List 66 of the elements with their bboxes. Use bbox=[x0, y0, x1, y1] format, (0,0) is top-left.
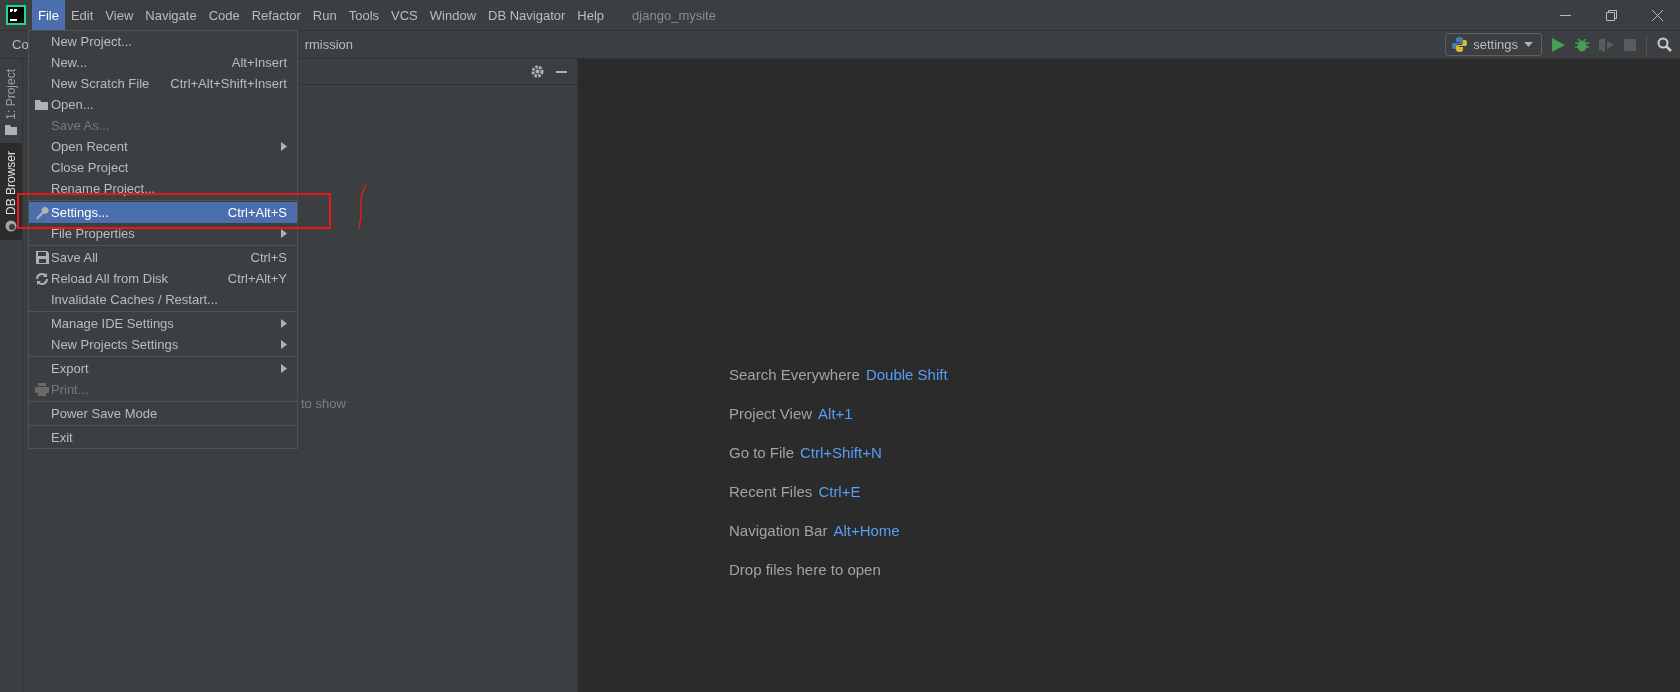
submenu-arrow-icon bbox=[281, 319, 287, 328]
submenu-arrow-icon bbox=[281, 340, 287, 349]
menu-item[interactable]: Window bbox=[423, 0, 483, 30]
menu-item[interactable]: DB Navigator bbox=[482, 0, 572, 30]
menu-entry[interactable]: Close Project bbox=[29, 157, 297, 178]
menu-item[interactable]: View bbox=[99, 0, 140, 30]
wrench-icon bbox=[35, 205, 49, 220]
save-icon bbox=[35, 251, 49, 264]
menu-entry[interactable]: New Scratch File Ctrl+Alt+Shift+Insert bbox=[29, 73, 297, 94]
submenu-arrow-icon bbox=[281, 229, 287, 238]
reload-icon bbox=[35, 271, 49, 286]
submenu-arrow-icon bbox=[281, 364, 287, 373]
menu-item[interactable]: Edit bbox=[64, 0, 100, 30]
database-icon bbox=[5, 219, 17, 232]
menu-item[interactable]: Run bbox=[306, 0, 343, 30]
menu-item[interactable]: Navigate bbox=[139, 0, 203, 30]
menu-entry[interactable]: Manage IDE Settings bbox=[29, 313, 297, 334]
run-icon[interactable] bbox=[1552, 37, 1565, 52]
menu-entry[interactable]: New Project... bbox=[29, 31, 297, 52]
printer-icon bbox=[35, 383, 49, 396]
editor-tab[interactable]: rmission bbox=[304, 37, 354, 52]
close-icon[interactable] bbox=[1651, 9, 1663, 21]
run-config-dropdown[interactable]: settings bbox=[1445, 33, 1542, 56]
settings-icon[interactable] bbox=[531, 65, 544, 78]
editor-hint: Search Everywhere Double Shift bbox=[729, 365, 949, 385]
menu-item[interactable]: VCS bbox=[385, 0, 424, 30]
tool-window-tab[interactable]: 1: Project bbox=[0, 61, 22, 143]
editor-hint: Navigation Bar Alt+Home bbox=[729, 521, 901, 541]
editor-hint: Drop files here to open bbox=[729, 560, 882, 580]
menu-item[interactable]: File bbox=[32, 0, 65, 30]
restore-icon[interactable] bbox=[1605, 9, 1617, 21]
breadcrumb[interactable]: Co bbox=[12, 37, 29, 52]
menu-entry[interactable]: Open... bbox=[29, 94, 297, 115]
caret-icon bbox=[1524, 42, 1533, 47]
menu-entry[interactable]: Export bbox=[29, 358, 297, 379]
menu-item[interactable]: Help bbox=[571, 0, 611, 30]
bug-icon[interactable] bbox=[1575, 37, 1589, 52]
empty-panel-text: to show bbox=[301, 396, 346, 411]
menu-item[interactable]: Tools bbox=[342, 0, 386, 30]
menu-entry[interactable]: New... Alt+Insert bbox=[29, 52, 297, 73]
menu-item[interactable]: Refactor bbox=[245, 0, 307, 30]
menu-entry[interactable]: Invalidate Caches / Restart... bbox=[29, 289, 297, 310]
menu-item[interactable]: Code bbox=[202, 0, 246, 30]
editor-hint: Go to File Ctrl+Shift+N bbox=[729, 443, 883, 463]
menu-entry[interactable]: New Projects Settings bbox=[29, 334, 297, 355]
window-title: django_mysite bbox=[632, 7, 716, 23]
python-icon bbox=[1452, 37, 1468, 52]
pen-stroke bbox=[358, 184, 368, 230]
editor-hint: Recent Files Ctrl+E bbox=[729, 482, 862, 502]
search-icon[interactable] bbox=[1657, 37, 1672, 52]
app-logo-icon bbox=[6, 5, 26, 25]
menu-entry[interactable]: Settings... Ctrl+Alt+S bbox=[29, 202, 297, 223]
editor-hint: Project View Alt+1 bbox=[729, 404, 854, 424]
menu-entry[interactable]: Power Save Mode bbox=[29, 403, 297, 424]
menu-entry[interactable]: Reload All from Disk Ctrl+Alt+Y bbox=[29, 268, 297, 289]
minimize-icon[interactable] bbox=[556, 70, 567, 73]
tool-window-tab[interactable]: DB Browser bbox=[0, 142, 22, 240]
folder-icon bbox=[5, 124, 17, 135]
menu-entry[interactable]: Open Recent bbox=[29, 136, 297, 157]
menu-entry[interactable]: Exit bbox=[29, 427, 297, 448]
submenu-arrow-icon bbox=[281, 142, 287, 151]
folder-icon bbox=[35, 98, 49, 111]
menu-entry[interactable]: Rename Project... bbox=[29, 178, 297, 199]
minimize-icon[interactable] bbox=[1559, 14, 1571, 16]
menu-entry[interactable]: Save All Ctrl+S bbox=[29, 247, 297, 268]
menu-entry[interactable]: File Properties bbox=[29, 223, 297, 244]
